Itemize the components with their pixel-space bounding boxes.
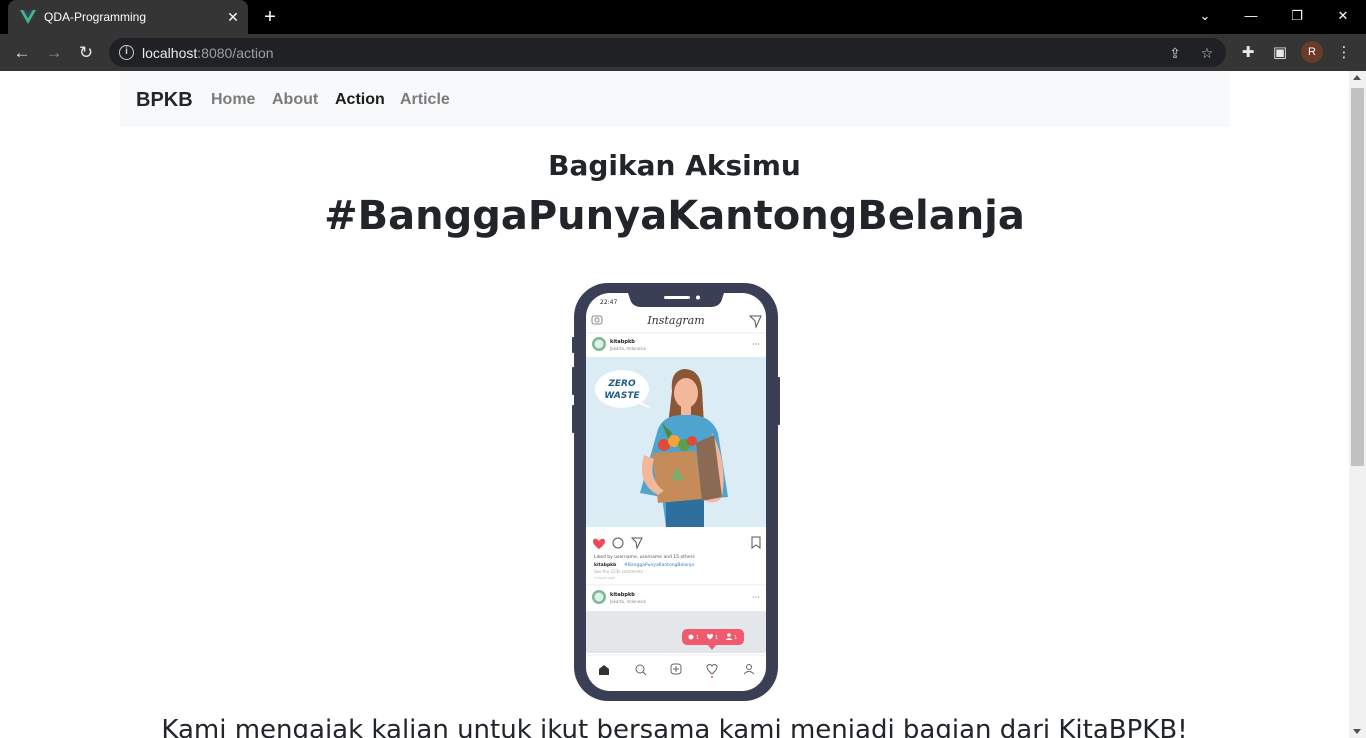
page-scrollbar[interactable] <box>1349 71 1366 738</box>
speech-line-2: WASTE <box>604 391 640 401</box>
new-tab-icon[interactable]: + <box>259 6 281 28</box>
browser-tab[interactable]: QDA-Programming ✕ <box>8 0 248 34</box>
reload-icon[interactable]: ↻ <box>74 41 98 65</box>
navbar-brand[interactable]: BPKB <box>136 89 193 112</box>
scrollbar-thumb[interactable] <box>1351 88 1364 466</box>
nav-link-article[interactable]: Article <box>400 91 450 109</box>
side-panel-icon[interactable]: ▣ <box>1269 42 1291 64</box>
caption-hashtag: #BanggaPunyaKantongBelanja <box>624 562 694 568</box>
phone-time: 22:47 <box>600 299 617 306</box>
profile-avatar[interactable]: R <box>1301 41 1323 63</box>
close-window-icon[interactable]: ✕ <box>1328 4 1358 28</box>
post-username: kitabpkb <box>610 339 635 345</box>
caption-user: kitabpkb <box>594 562 617 568</box>
invitation-text: Kami mengajak kalian untuk ikut bersama … <box>161 715 1188 738</box>
tab-search-icon[interactable]: ⌄ <box>1190 4 1220 28</box>
address-bar[interactable]: i localhost:8080/action ⇪ ☆ <box>109 38 1226 67</box>
nav-link-home[interactable]: Home <box>211 91 255 109</box>
svg-text:1: 1 <box>734 635 737 641</box>
scroll-down-arrow-icon[interactable] <box>1353 729 1361 734</box>
svg-text:1: 1 <box>715 635 718 641</box>
second-post-location: Jakarta, Indonesia <box>609 599 646 604</box>
url-text[interactable]: localhost:8080/action <box>142 45 274 61</box>
menu-icon[interactable]: ⋮ <box>1333 42 1355 64</box>
page-headline: #BanggaPunyaKantongBelanja <box>324 193 1025 239</box>
scroll-up-arrow-icon[interactable] <box>1353 75 1361 80</box>
post-time-ago: 2 hours ago <box>594 576 615 580</box>
browser-titlebar: QDA-Programming ✕ + ⌄ — ❐ ✕ <box>0 0 1366 34</box>
bookmark-star-icon[interactable]: ☆ <box>1197 43 1217 63</box>
instagram-wordmark: Instagram <box>646 314 704 327</box>
minimize-icon[interactable]: — <box>1236 4 1266 28</box>
svg-text:···: ··· <box>752 340 760 349</box>
page-viewport: BPKB Home About Action Article Bagikan A… <box>0 71 1349 738</box>
speech-line-1: ZERO <box>607 379 636 389</box>
forward-icon[interactable]: → <box>42 41 66 65</box>
post-location: Jakarta, Indonesia <box>609 346 646 351</box>
comments-link: See the 123k comments <box>594 569 643 574</box>
svg-text:1: 1 <box>696 635 699 641</box>
vue-logo-icon <box>20 10 36 24</box>
nav-link-about[interactable]: About <box>272 91 318 109</box>
page-subtitle: Bagikan Aksimu <box>548 149 801 182</box>
nav-link-action[interactable]: Action <box>335 91 385 109</box>
navbar: BPKB Home About Action Article <box>120 71 1230 127</box>
liked-by-text: Liked by username, username and 15 other… <box>594 554 696 560</box>
tab-close-icon[interactable]: ✕ <box>224 8 242 26</box>
instagram-phone-mockup: 22:47 Instagram kitabpkb Jakarta, Indone… <box>572 283 780 701</box>
site-info-icon[interactable]: i <box>119 45 134 60</box>
svg-text:···: ··· <box>752 593 760 602</box>
second-post-username: kitabpkb <box>610 592 635 598</box>
share-icon[interactable]: ⇪ <box>1165 43 1185 63</box>
browser-toolbar: ← → ↻ i localhost:8080/action ⇪ ☆ ✚ ▣ R … <box>0 34 1366 71</box>
extensions-icon[interactable]: ✚ <box>1237 42 1259 64</box>
restore-icon[interactable]: ❐ <box>1282 4 1312 28</box>
back-icon[interactable]: ← <box>10 41 34 65</box>
tab-title: QDA-Programming <box>44 10 147 24</box>
